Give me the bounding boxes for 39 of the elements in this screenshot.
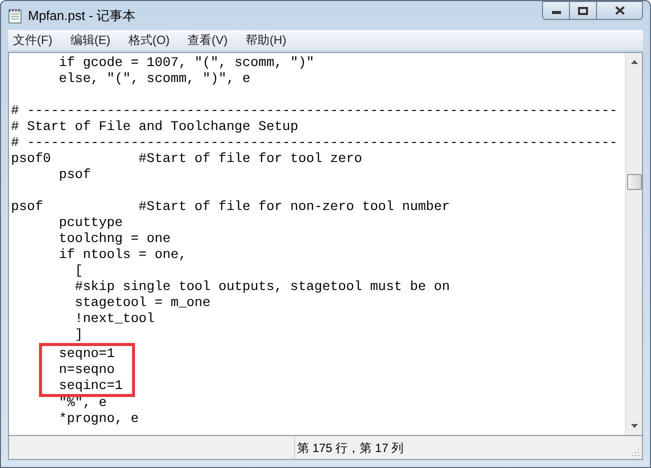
code-line: psof0 #Start of file for tool zero xyxy=(11,151,362,166)
code-line: if gcode = 1007, "(", scomm, ")" xyxy=(58,55,314,70)
maximize-button[interactable] xyxy=(570,1,597,20)
code-line: seqno=1 xyxy=(58,346,115,361)
scrollbar[interactable] xyxy=(625,53,642,435)
code-line: psof #Start of file for non-zero tool number xyxy=(11,199,450,214)
code-line: ] xyxy=(74,327,83,342)
code-line: if ntools = one, xyxy=(58,247,187,262)
code-line: toolchng = one xyxy=(58,231,171,246)
menu-item[interactable]: 文件(F) xyxy=(13,31,52,49)
code-line: psof xyxy=(58,167,91,182)
close-icon xyxy=(614,6,624,15)
menu-item[interactable]: 帮助(H) xyxy=(246,31,286,49)
minimize-icon xyxy=(552,11,560,14)
code-line: [ xyxy=(74,263,83,278)
resize-grip-icon xyxy=(630,447,640,457)
scroll-thumb[interactable] xyxy=(626,174,642,190)
code-line: pcuttype xyxy=(58,215,123,230)
scroll-down-icon[interactable] xyxy=(630,424,638,428)
close-button[interactable] xyxy=(597,1,643,20)
menu-item[interactable]: 编辑(E) xyxy=(70,31,110,49)
maximize-icon xyxy=(578,6,588,14)
scroll-up-icon[interactable] xyxy=(630,60,638,64)
code-line: # -------------------------------------------------------------------------- xyxy=(11,135,618,150)
minimize-button[interactable] xyxy=(542,1,570,20)
code-line: stagetool = m_one xyxy=(74,295,210,310)
code-line: else, "(", scomm, ")", e xyxy=(58,71,250,86)
cursor-position: 第 175 行，第 17 列 xyxy=(297,440,404,456)
code-line: n=seqno xyxy=(58,362,115,377)
code-line: *progno, e xyxy=(58,411,139,426)
menu-item[interactable]: 格式(O) xyxy=(128,31,170,49)
code-line: !next_tool xyxy=(74,311,155,326)
window-title: Mpfan.pst - 记事本 xyxy=(28,6,136,25)
notepad-icon xyxy=(8,8,22,24)
code-line: # -------------------------------------------------------------------------- xyxy=(11,103,618,118)
code-line: # Start of File and Toolchange Setup xyxy=(11,119,298,134)
code-line: #skip single tool outputs, stagetool must be on xyxy=(74,279,450,294)
menu-item[interactable]: 查看(V) xyxy=(188,31,228,49)
code-line: seqinc=1 xyxy=(58,378,123,393)
